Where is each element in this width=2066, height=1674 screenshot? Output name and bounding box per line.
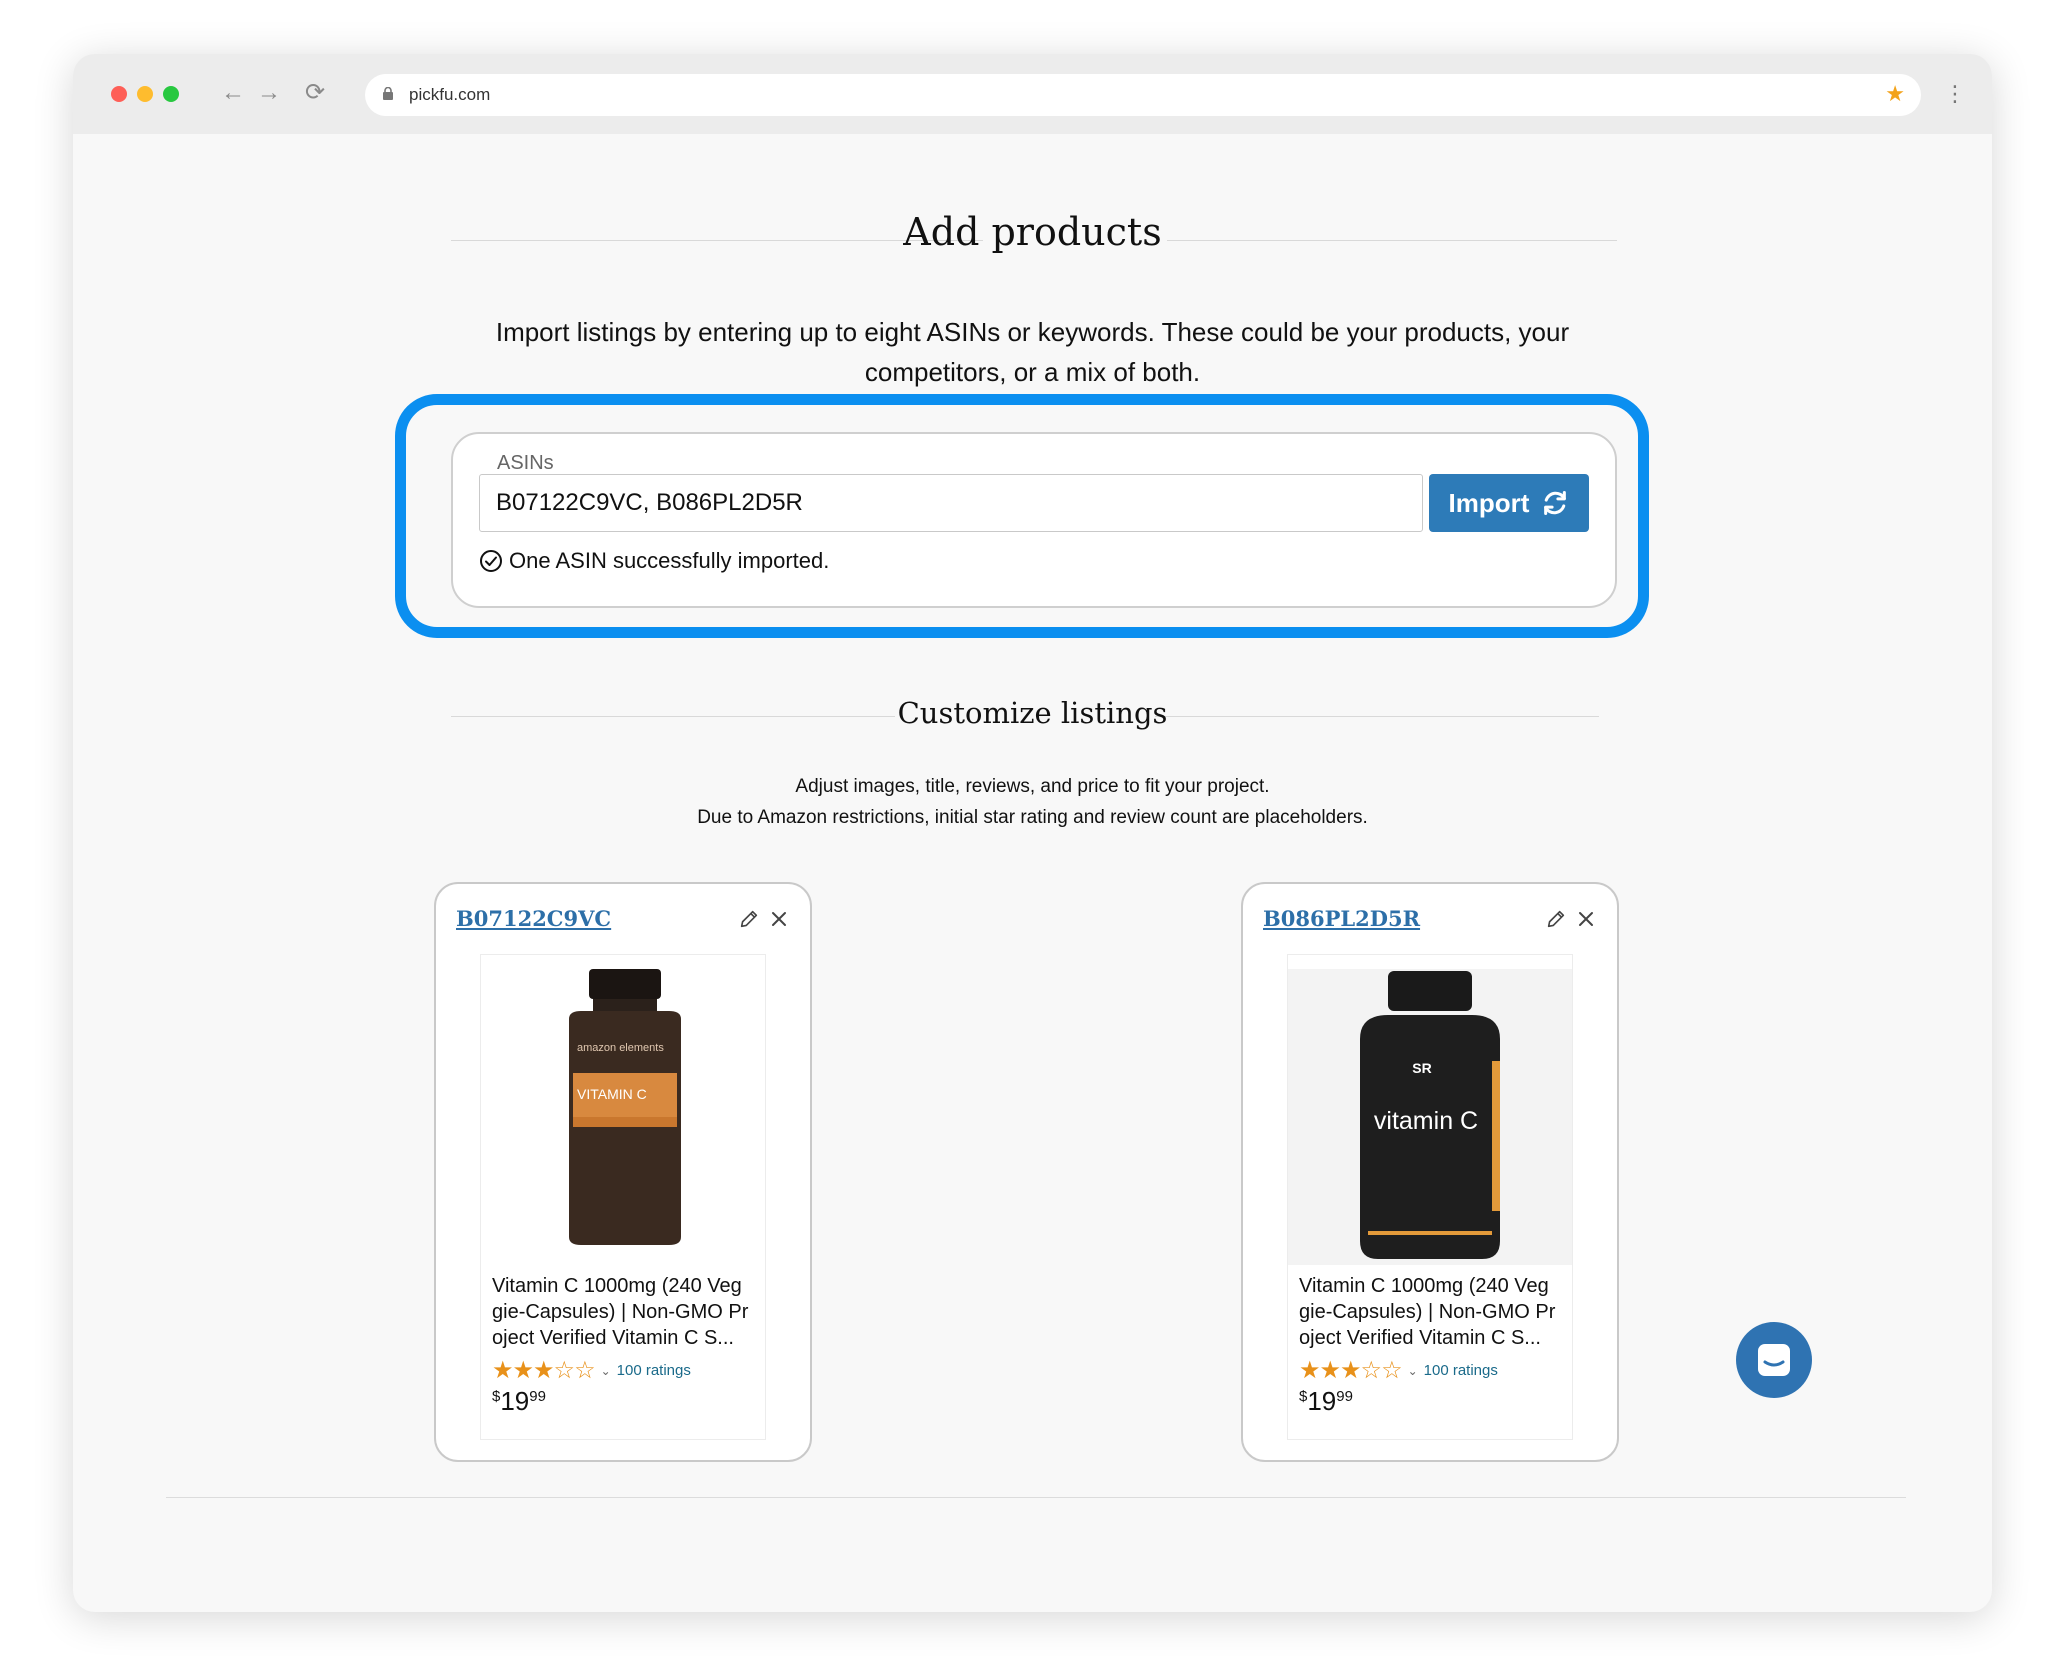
close-icon[interactable] [770,910,788,928]
rating-row: ★★★☆☆ ⌄ 100 ratings [492,1356,691,1385]
price-whole: 19 [500,1386,530,1416]
maximize-window-button[interactable] [163,86,179,102]
lock-icon [383,87,393,100]
browser-toolbar: ← → ⟳ pickfu.com ★ ⋮ [73,54,1992,134]
browser-window: ← → ⟳ pickfu.com ★ ⋮ Add products Import… [73,54,1992,1612]
price-cents: 99 [1336,1388,1353,1405]
customize-line: Adjust images, title, reviews, and price… [795,776,1270,797]
refresh-icon [1544,490,1567,516]
product-image[interactable]: SR vitamin C [1288,969,1572,1265]
close-icon[interactable] [1577,910,1595,928]
browser-menu-icon[interactable]: ⋮ [1944,80,1966,108]
price-currency: $ [492,1388,501,1405]
product-title: Vitamin C 1000mg (240 Veg gie-Capsules) … [492,1275,749,1349]
customize-line: Due to Amazon restrictions, initial star… [697,807,1368,828]
price: $1999 [492,1386,546,1417]
pencil-icon[interactable] [1545,908,1567,930]
import-status: One ASIN successfully imported. [479,548,829,574]
price-cents: 99 [529,1388,546,1405]
product-title: Vitamin C 1000mg (240 Veg gie-Capsules) … [1299,1275,1556,1349]
asin-input[interactable] [479,474,1423,532]
pencil-icon[interactable] [738,908,760,930]
check-circle-icon [480,550,502,572]
back-arrow-icon[interactable]: ← [218,78,248,108]
reload-icon[interactable]: ⟳ [300,78,330,108]
card-actions [738,908,788,930]
close-window-button[interactable] [111,86,127,102]
asin-link[interactable]: B07122C9VC [456,906,611,931]
customize-listings-title: Customize listings [897,696,1168,730]
chevron-down-icon[interactable]: ⌄ [601,1364,611,1378]
chevron-down-icon[interactable]: ⌄ [1408,1364,1418,1378]
listing-preview: SR vitamin C Vitamin C 1000mg (240 Veg g… [1287,954,1573,1440]
import-button-label: Import [1448,487,1530,518]
listing-preview: amazon elements VITAMIN C Vitamin C 1000… [480,954,766,1440]
bookmark-star-icon[interactable]: ★ [1885,81,1905,107]
address-bar[interactable]: pickfu.com ★ [365,74,1921,116]
forward-arrow-icon[interactable]: → [254,78,284,108]
chat-launcher-button[interactable] [1736,1322,1812,1398]
rating-row: ★★★☆☆ ⌄ 100 ratings [1299,1356,1498,1385]
url-text: pickfu.com [409,85,491,104]
price-currency: $ [1299,1388,1308,1405]
asin-link[interactable]: B086PL2D5R [1263,906,1420,931]
add-products-description: Import listings by entering up to eight … [73,312,1992,392]
description-line: competitors, or a mix of both. [864,357,1201,387]
minimize-window-button[interactable] [137,86,153,102]
import-button[interactable]: Import [1429,474,1589,532]
rating-count[interactable]: 100 ratings [1424,1362,1498,1379]
label-name: vitamin C [1374,1107,1478,1135]
star-rating: ★★★☆☆ [1299,1357,1403,1384]
product-card: B07122C9VC amazon elements VITAMIN C Vit… [434,882,812,1462]
price-whole: 19 [1307,1386,1337,1416]
product-card: B086PL2D5R SR vitamin C Vitamin C 1000mg… [1241,882,1619,1462]
add-products-title: Add products [903,210,1162,254]
customize-description: Adjust images, title, reviews, and price… [73,771,1992,833]
rating-count[interactable]: 100 ratings [617,1362,691,1379]
chat-icon [1758,1344,1790,1376]
label-brand: SR [1412,1060,1431,1076]
label-brand: amazon elements [577,1042,664,1054]
status-message: One ASIN successfully imported. [509,548,830,573]
card-actions [1545,908,1595,930]
asins-field-label: ASINs [493,452,558,475]
price: $1999 [1299,1386,1353,1417]
product-image[interactable]: amazon elements VITAMIN C [481,969,765,1265]
description-line: Import listings by entering up to eight … [495,317,1570,347]
footer-divider [166,1497,1906,1498]
label-name: VITAMIN C [577,1086,647,1102]
star-rating: ★★★☆☆ [492,1357,596,1384]
